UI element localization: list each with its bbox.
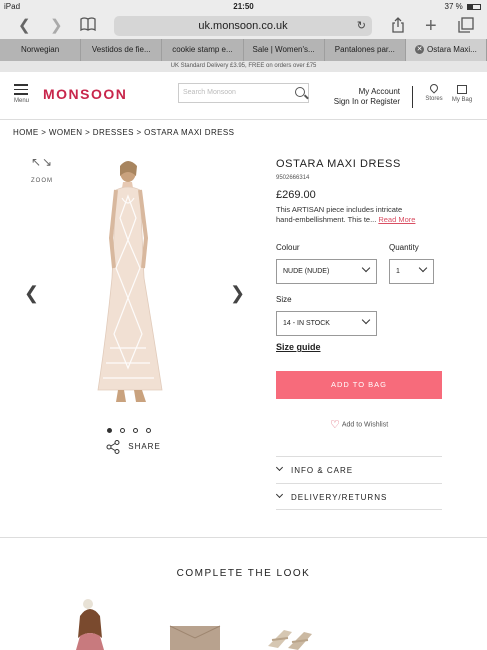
shopping-bag-icon bbox=[457, 85, 467, 94]
share-nodes-icon bbox=[106, 440, 120, 454]
add-to-wishlist-button[interactable]: ♡ Add to Wishlist bbox=[330, 418, 388, 431]
tab-label: Ostara Maxi... bbox=[427, 45, 477, 54]
product-description: This ARTISAN piece includes intricate ha… bbox=[276, 205, 446, 225]
share-label: SHARE bbox=[128, 442, 161, 452]
look-item-clutch[interactable] bbox=[165, 618, 225, 650]
image-pagination bbox=[107, 420, 159, 438]
battery-indicator: 37 % bbox=[445, 2, 481, 11]
sign-in-link[interactable]: Sign In or Register bbox=[330, 97, 400, 107]
product-image[interactable] bbox=[70, 158, 210, 408]
tabs-overview-icon[interactable] bbox=[458, 17, 474, 38]
search-placeholder: Search Monsoon bbox=[183, 89, 236, 96]
quantity-value: 1 bbox=[396, 268, 400, 275]
prev-image-arrow[interactable]: ❮ bbox=[24, 283, 39, 304]
site-header: Menu MONSOON Search Monsoon My Account S… bbox=[0, 72, 487, 120]
close-tab-icon[interactable]: ✕ bbox=[415, 45, 425, 55]
browser-tab[interactable]: Vestidos de fie... bbox=[81, 39, 163, 61]
browser-tabs: Norwegian Vestidos de fie... cookie stam… bbox=[0, 39, 487, 61]
look-item-model[interactable] bbox=[66, 598, 116, 650]
browser-tab[interactable]: Norwegian bbox=[0, 39, 82, 61]
next-image-arrow[interactable]: ❯ bbox=[230, 283, 245, 304]
browser-tab-active[interactable]: ✕ Ostara Maxi... bbox=[405, 39, 487, 61]
share-icon[interactable] bbox=[392, 17, 404, 38]
menu-button[interactable]: Menu bbox=[14, 84, 29, 104]
forward-icon[interactable]: ❯ bbox=[50, 17, 63, 35]
menu-label: Menu bbox=[14, 97, 30, 104]
hamburger-icon bbox=[14, 84, 29, 95]
bag-label: My Bag bbox=[451, 97, 473, 103]
add-to-bag-button[interactable]: ADD TO BAG bbox=[276, 371, 442, 399]
search-input[interactable]: Search Monsoon bbox=[178, 83, 309, 103]
chevron-down-icon bbox=[361, 263, 371, 273]
chevron-down-icon bbox=[275, 490, 284, 499]
share-button[interactable]: SHARE bbox=[106, 440, 161, 454]
chevron-down-icon bbox=[275, 463, 284, 472]
product-sku: 9502666314 bbox=[276, 175, 310, 181]
stores-label: Stores bbox=[425, 96, 443, 102]
section-divider bbox=[0, 537, 487, 538]
browser-tab[interactable]: Sale | Women's... bbox=[244, 39, 325, 61]
browser-tab[interactable]: Pantalones par... bbox=[325, 39, 406, 61]
tab-label: Pantalones par... bbox=[334, 45, 395, 54]
tab-label: Sale | Women's... bbox=[252, 45, 315, 54]
my-account-link[interactable]: My Account bbox=[330, 87, 400, 97]
header-divider bbox=[412, 86, 413, 108]
quantity-label: Quantity bbox=[389, 243, 419, 252]
pagination-dot[interactable] bbox=[120, 428, 125, 433]
pagination-dot[interactable] bbox=[107, 428, 112, 433]
wishlist-label: Add to Wishlist bbox=[341, 421, 389, 429]
battery-icon bbox=[467, 3, 481, 10]
reload-icon[interactable]: ↻ bbox=[357, 16, 366, 36]
quantity-select[interactable]: 1 bbox=[389, 259, 434, 284]
description-line: This ARTISAN piece includes intricate bbox=[276, 205, 403, 214]
bookmarks-icon[interactable] bbox=[80, 17, 96, 36]
look-item-sandals[interactable] bbox=[262, 620, 318, 650]
colour-value: NUDE (NUDE) bbox=[283, 268, 330, 275]
read-more-link[interactable]: Read More bbox=[378, 215, 415, 224]
complete-the-look-heading: COMPLETE THE LOOK bbox=[176, 568, 311, 579]
pagination-dot[interactable] bbox=[133, 428, 138, 433]
back-icon[interactable]: ❮ bbox=[18, 17, 31, 35]
clock: 21:50 bbox=[233, 2, 254, 11]
browser-tab[interactable]: cookie stamp e... bbox=[162, 39, 244, 61]
delivery-label: DELIVERY/RETURNS bbox=[291, 493, 388, 502]
size-select[interactable]: 14 - IN STOCK bbox=[276, 311, 377, 336]
location-pin-icon bbox=[428, 82, 440, 94]
tab-label: Norwegian bbox=[20, 45, 60, 54]
chevron-down-icon bbox=[418, 263, 428, 273]
address-bar[interactable]: uk.monsoon.co.uk ↻ bbox=[114, 16, 372, 36]
product-price: £269.00 bbox=[276, 189, 316, 201]
url-text: uk.monsoon.co.uk bbox=[198, 20, 288, 32]
breadcrumb[interactable]: HOME > WOMEN > DRESSES > OSTARA MAXI DRE… bbox=[13, 128, 234, 137]
battery-percent: 37 % bbox=[444, 2, 463, 11]
search-icon[interactable] bbox=[295, 87, 305, 97]
account-links: My Account Sign In or Register bbox=[330, 87, 400, 107]
zoom-button[interactable]: ↖↘ ZOOM bbox=[30, 156, 54, 184]
colour-select[interactable]: NUDE (NUDE) bbox=[276, 259, 377, 284]
size-value: 14 - IN STOCK bbox=[283, 320, 330, 327]
browser-toolbar: ❮ ❯ uk.monsoon.co.uk ↻ + bbox=[0, 13, 487, 39]
stores-button[interactable]: Stores bbox=[422, 82, 446, 102]
colour-label: Colour bbox=[276, 243, 300, 252]
product-title: OSTARA MAXI DRESS bbox=[276, 158, 401, 170]
pagination-dot[interactable] bbox=[146, 428, 151, 433]
bag-button[interactable]: My Bag bbox=[450, 84, 474, 103]
expand-icon: ↖↘ bbox=[30, 155, 54, 169]
chevron-down-icon bbox=[361, 315, 371, 325]
new-tab-icon[interactable]: + bbox=[425, 16, 437, 36]
size-label: Size bbox=[276, 295, 292, 304]
info-care-accordion[interactable]: INFO & CARE bbox=[275, 456, 442, 483]
info-care-label: INFO & CARE bbox=[291, 466, 354, 475]
status-bar: iPad 21:50 37 % bbox=[0, 0, 487, 13]
description-line: hand-embellishment. This te... bbox=[276, 215, 377, 224]
delivery-promo-banner[interactable]: UK Standard Delivery £3.95, FREE on orde… bbox=[0, 61, 487, 72]
delivery-returns-accordion[interactable]: DELIVERY/RETURNS bbox=[275, 483, 442, 510]
tab-label: Vestidos de fie... bbox=[91, 45, 151, 54]
heart-icon: ♡ bbox=[330, 419, 340, 431]
zoom-label: ZOOM bbox=[31, 178, 53, 184]
monsoon-logo[interactable]: MONSOON bbox=[43, 86, 127, 102]
size-guide-link[interactable]: Size guide bbox=[276, 342, 321, 352]
tab-label: cookie stamp e... bbox=[172, 45, 233, 54]
